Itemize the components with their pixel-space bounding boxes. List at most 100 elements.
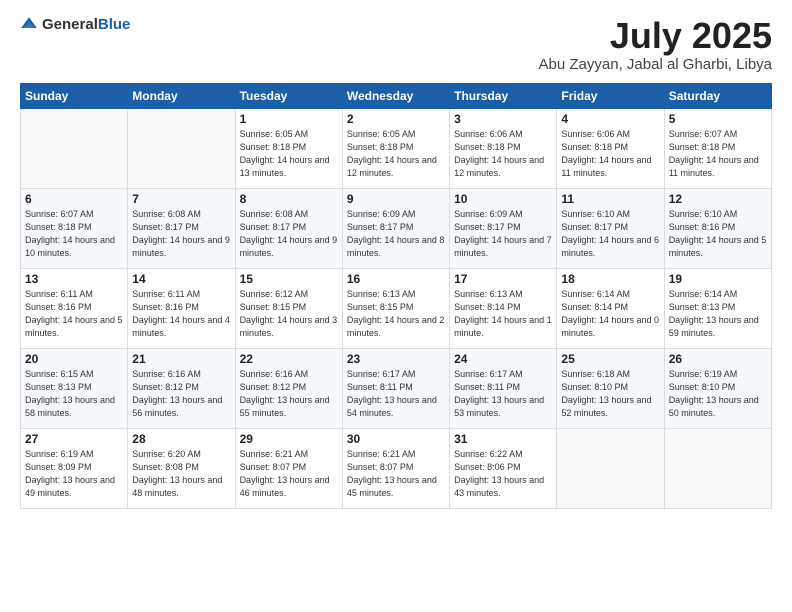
day-number: 12 <box>669 192 767 206</box>
day-number: 18 <box>561 272 659 286</box>
day-cell: 9 Sunrise: 6:09 AM Sunset: 8:17 PM Daylig… <box>342 188 449 268</box>
day-cell: 26 Sunrise: 6:19 AM Sunset: 8:10 PM Dayli… <box>664 348 771 428</box>
day-cell: 5Sunrise: 6:07 AM Sunset: 8:18 PM Daylig… <box>664 108 771 188</box>
day-detail: Sunrise: 6:10 AM Sunset: 8:17 PM Dayligh… <box>561 208 659 260</box>
day-number: 22 <box>240 352 338 366</box>
day-number: 31 <box>454 432 552 446</box>
day-cell: 14 Sunrise: 6:11 AM Sunset: 8:16 PM Dayli… <box>128 268 235 348</box>
title-block: July 2025 Abu Zayyan, Jabal al Gharbi, L… <box>539 16 772 73</box>
weekday-header-row: SundayMondayTuesdayWednesdayThursdayFrid… <box>21 83 772 108</box>
day-number: 5 <box>669 112 767 126</box>
day-number: 21 <box>132 352 230 366</box>
day-number: 3 <box>454 112 552 126</box>
day-number: 25 <box>561 352 659 366</box>
weekday-tuesday: Tuesday <box>235 83 342 108</box>
weekday-sunday: Sunday <box>21 83 128 108</box>
day-detail: Sunrise: 6:12 AM Sunset: 8:15 PM Dayligh… <box>240 288 338 340</box>
weekday-saturday: Saturday <box>664 83 771 108</box>
week-row-5: 27 Sunrise: 6:19 AM Sunset: 8:09 PM Dayli… <box>21 428 772 508</box>
day-detail: Sunrise: 6:09 AM Sunset: 8:17 PM Dayligh… <box>454 208 552 260</box>
day-number: 11 <box>561 192 659 206</box>
page: GeneralBlue July 2025 Abu Zayyan, Jabal … <box>0 0 792 612</box>
week-row-4: 20Sunrise: 6:15 AM Sunset: 8:13 PM Dayli… <box>21 348 772 428</box>
day-number: 10 <box>454 192 552 206</box>
day-detail: Sunrise: 6:17 AM Sunset: 8:11 PM Dayligh… <box>454 368 552 420</box>
day-detail: Sunrise: 6:13 AM Sunset: 8:15 PM Dayligh… <box>347 288 445 340</box>
day-cell: 17 Sunrise: 6:13 AM Sunset: 8:14 PM Dayli… <box>450 268 557 348</box>
day-detail: Sunrise: 6:09 AM Sunset: 8:17 PM Dayligh… <box>347 208 445 260</box>
day-cell: 18 Sunrise: 6:14 AM Sunset: 8:14 PM Dayli… <box>557 268 664 348</box>
day-cell: 23Sunrise: 6:17 AM Sunset: 8:11 PM Dayli… <box>342 348 449 428</box>
day-number: 20 <box>25 352 123 366</box>
day-detail: Sunrise: 6:14 AM Sunset: 8:14 PM Dayligh… <box>561 288 659 340</box>
day-detail: Sunrise: 6:13 AM Sunset: 8:14 PM Dayligh… <box>454 288 552 340</box>
day-number: 24 <box>454 352 552 366</box>
week-row-3: 13 Sunrise: 6:11 AM Sunset: 8:16 PM Dayli… <box>21 268 772 348</box>
day-detail: Sunrise: 6:21 AM Sunset: 8:07 PM Dayligh… <box>240 448 338 500</box>
weekday-thursday: Thursday <box>450 83 557 108</box>
day-detail: Sunrise: 6:19 AM Sunset: 8:10 PM Dayligh… <box>669 368 767 420</box>
day-cell: 1 Sunrise: 6:05 AM Sunset: 8:18 PM Daylig… <box>235 108 342 188</box>
weekday-wednesday: Wednesday <box>342 83 449 108</box>
day-number: 7 <box>132 192 230 206</box>
day-cell: 7 Sunrise: 6:08 AM Sunset: 8:17 PM Daylig… <box>128 188 235 268</box>
day-detail: Sunrise: 6:06 AM Sunset: 8:18 PM Dayligh… <box>454 128 552 180</box>
day-detail: Sunrise: 6:10 AM Sunset: 8:16 PM Dayligh… <box>669 208 767 260</box>
day-cell: 24 Sunrise: 6:17 AM Sunset: 8:11 PM Dayli… <box>450 348 557 428</box>
day-detail: Sunrise: 6:08 AM Sunset: 8:17 PM Dayligh… <box>240 208 338 260</box>
day-cell: 8 Sunrise: 6:08 AM Sunset: 8:17 PM Daylig… <box>235 188 342 268</box>
day-detail: Sunrise: 6:11 AM Sunset: 8:16 PM Dayligh… <box>25 288 123 340</box>
day-number: 9 <box>347 192 445 206</box>
day-cell: 20Sunrise: 6:15 AM Sunset: 8:13 PM Dayli… <box>21 348 128 428</box>
day-detail: Sunrise: 6:05 AM Sunset: 8:18 PM Dayligh… <box>347 128 445 180</box>
day-detail: Sunrise: 6:19 AM Sunset: 8:09 PM Dayligh… <box>25 448 123 500</box>
day-detail: Sunrise: 6:11 AM Sunset: 8:16 PM Dayligh… <box>132 288 230 340</box>
day-number: 27 <box>25 432 123 446</box>
weekday-monday: Monday <box>128 83 235 108</box>
day-detail: Sunrise: 6:07 AM Sunset: 8:18 PM Dayligh… <box>25 208 123 260</box>
day-detail: Sunrise: 6:18 AM Sunset: 8:10 PM Dayligh… <box>561 368 659 420</box>
day-cell: 27 Sunrise: 6:19 AM Sunset: 8:09 PM Dayli… <box>21 428 128 508</box>
day-number: 28 <box>132 432 230 446</box>
day-cell: 30Sunrise: 6:21 AM Sunset: 8:07 PM Dayli… <box>342 428 449 508</box>
day-number: 15 <box>240 272 338 286</box>
day-number: 13 <box>25 272 123 286</box>
logo-general: General <box>42 16 98 33</box>
calendar: SundayMondayTuesdayWednesdayThursdayFrid… <box>20 83 772 509</box>
day-number: 30 <box>347 432 445 446</box>
logo-icon <box>20 16 38 34</box>
day-cell: 19Sunrise: 6:14 AM Sunset: 8:13 PM Dayli… <box>664 268 771 348</box>
day-number: 17 <box>454 272 552 286</box>
day-cell <box>128 108 235 188</box>
day-number: 4 <box>561 112 659 126</box>
day-detail: Sunrise: 6:16 AM Sunset: 8:12 PM Dayligh… <box>240 368 338 420</box>
day-number: 29 <box>240 432 338 446</box>
week-row-1: 1 Sunrise: 6:05 AM Sunset: 8:18 PM Daylig… <box>21 108 772 188</box>
day-detail: Sunrise: 6:08 AM Sunset: 8:17 PM Dayligh… <box>132 208 230 260</box>
week-row-2: 6 Sunrise: 6:07 AM Sunset: 8:18 PM Daylig… <box>21 188 772 268</box>
title-month: July 2025 <box>539 16 772 56</box>
day-number: 19 <box>669 272 767 286</box>
day-cell <box>664 428 771 508</box>
day-cell: 25 Sunrise: 6:18 AM Sunset: 8:10 PM Dayli… <box>557 348 664 428</box>
day-number: 8 <box>240 192 338 206</box>
day-number: 14 <box>132 272 230 286</box>
title-location: Abu Zayyan, Jabal al Gharbi, Libya <box>539 56 772 73</box>
day-detail: Sunrise: 6:06 AM Sunset: 8:18 PM Dayligh… <box>561 128 659 180</box>
day-number: 1 <box>240 112 338 126</box>
day-cell <box>557 428 664 508</box>
day-cell: 29 Sunrise: 6:21 AM Sunset: 8:07 PM Dayli… <box>235 428 342 508</box>
day-cell: 2Sunrise: 6:05 AM Sunset: 8:18 PM Daylig… <box>342 108 449 188</box>
weekday-friday: Friday <box>557 83 664 108</box>
day-detail: Sunrise: 6:05 AM Sunset: 8:18 PM Dayligh… <box>240 128 338 180</box>
day-cell: 21 Sunrise: 6:16 AM Sunset: 8:12 PM Dayli… <box>128 348 235 428</box>
day-cell: 12 Sunrise: 6:10 AM Sunset: 8:16 PM Dayli… <box>664 188 771 268</box>
day-cell: 13 Sunrise: 6:11 AM Sunset: 8:16 PM Dayli… <box>21 268 128 348</box>
day-cell: 22 Sunrise: 6:16 AM Sunset: 8:12 PM Dayli… <box>235 348 342 428</box>
day-cell: 31 Sunrise: 6:22 AM Sunset: 8:06 PM Dayli… <box>450 428 557 508</box>
day-detail: Sunrise: 6:22 AM Sunset: 8:06 PM Dayligh… <box>454 448 552 500</box>
day-number: 6 <box>25 192 123 206</box>
day-number: 26 <box>669 352 767 366</box>
day-detail: Sunrise: 6:20 AM Sunset: 8:08 PM Dayligh… <box>132 448 230 500</box>
day-detail: Sunrise: 6:16 AM Sunset: 8:12 PM Dayligh… <box>132 368 230 420</box>
